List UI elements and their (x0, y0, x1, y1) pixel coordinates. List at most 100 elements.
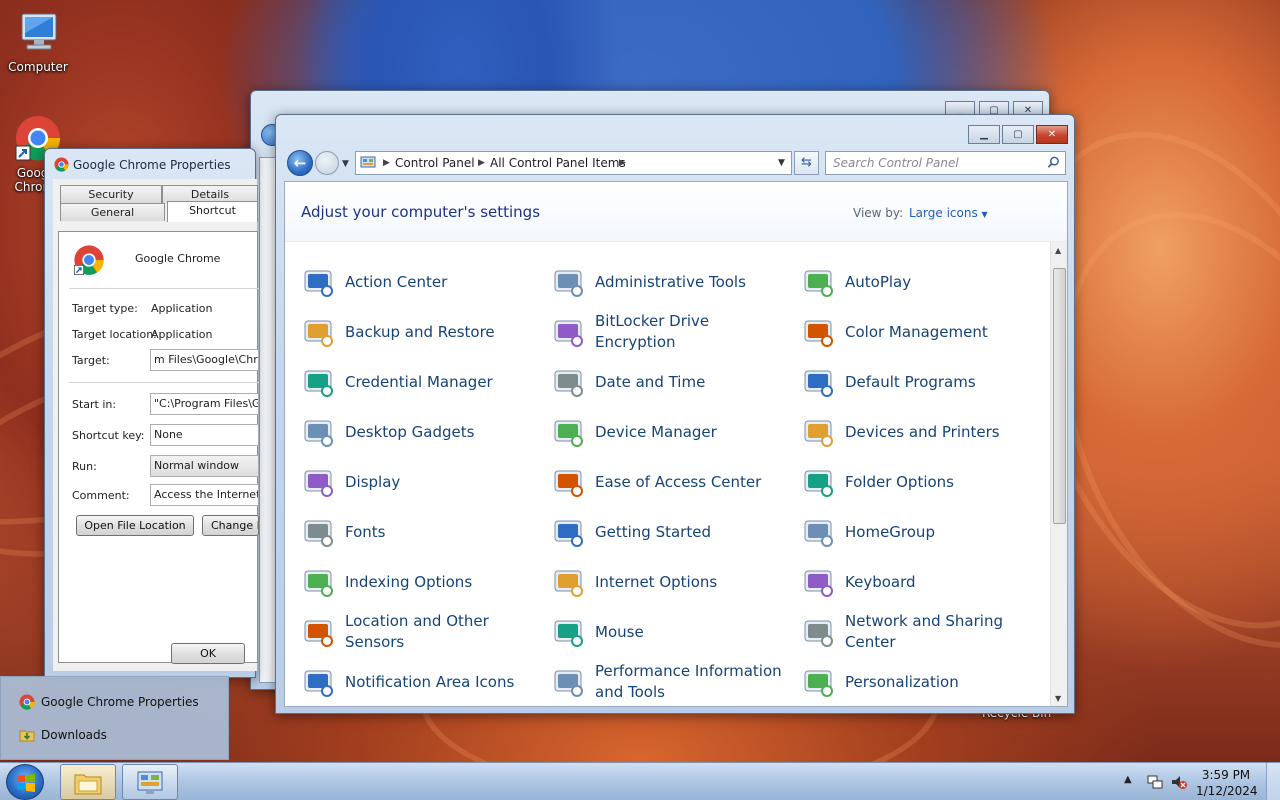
control-panel-item[interactable]: Date and Time (551, 362, 785, 402)
minimize-button[interactable]: ▁ (968, 125, 1000, 144)
taskbar-explorer-button[interactable] (60, 764, 116, 800)
control-panel-item[interactable]: Default Programs (801, 362, 1035, 402)
control-panel-item-label: Default Programs (845, 372, 976, 391)
shortcut-key-field[interactable]: None (150, 424, 259, 446)
control-panel-item-label: Notification Area Icons (345, 672, 515, 691)
control-panel-item[interactable]: Credential Manager (301, 362, 535, 402)
maximize-button[interactable]: ▢ (1002, 125, 1034, 144)
control-panel-item[interactable]: Performance Information and Tools (551, 662, 785, 702)
control-panel-item-label: Internet Options (595, 572, 718, 591)
control-panel-item-label: Fonts (345, 522, 386, 541)
run-select[interactable]: Normal window (150, 455, 259, 477)
address-dropdown-icon[interactable]: ▼ (778, 152, 785, 174)
control-panel-item[interactable]: Action Center (301, 262, 535, 302)
jump-list-item[interactable]: Google Chrome Properties (19, 691, 199, 713)
open-file-location-button[interactable]: Open File Location (76, 515, 194, 536)
network-tray-icon[interactable] (1146, 773, 1164, 791)
notification-area-icon (304, 670, 333, 697)
taskbar-control-panel-button[interactable] (122, 764, 178, 800)
ok-button[interactable]: OK (171, 643, 245, 664)
control-panel-item-label: Folder Options (845, 472, 954, 491)
ease-of-access-icon (554, 470, 583, 497)
control-panel-item[interactable]: Getting Started (551, 512, 785, 552)
control-panel-item-label: Credential Manager (345, 372, 493, 391)
control-panel-item[interactable]: Personalization (801, 662, 1035, 702)
control-panel-item[interactable]: Internet Options (551, 562, 785, 602)
control-panel-item[interactable]: Notification Area Icons (301, 662, 535, 702)
control-panel-item[interactable]: Display (301, 462, 535, 502)
fonts-folder-icon (304, 520, 333, 547)
divider (69, 288, 259, 289)
jump-list-item[interactable]: Downloads (19, 724, 107, 746)
backup-restore-icon (304, 320, 333, 347)
start-in-field[interactable]: "C:\Program Files\Google\Chrome\Applicat… (150, 393, 259, 415)
control-panel-item[interactable]: AutoPlay (801, 262, 1035, 302)
control-panel-icon (360, 156, 376, 168)
control-panel-item[interactable]: Keyboard (801, 562, 1035, 602)
target-location-value: Application (151, 328, 213, 341)
control-panel-item[interactable]: Mouse (551, 612, 785, 652)
target-label: Target: (72, 354, 110, 367)
tab-shortcut[interactable]: Shortcut (167, 201, 258, 222)
tab-security[interactable]: Security (60, 185, 162, 203)
control-panel-window[interactable]: ▁ ▢ ✕ ← ▼ ▶ Control Panel ▶ All Control … (275, 114, 1075, 714)
dialog-title: Google Chrome Properties (73, 158, 231, 172)
control-panel-item[interactable]: Ease of Access Center (551, 462, 785, 502)
control-panel-item[interactable]: HomeGroup (801, 512, 1035, 552)
control-panel-item[interactable]: Backup and Restore (301, 312, 535, 352)
recent-pages-chevron-icon[interactable]: ▼ (342, 159, 349, 169)
address-bar[interactable]: ▶ Control Panel ▶ All Control Panel Item… (355, 151, 792, 175)
control-panel-item[interactable]: Color Management (801, 312, 1035, 352)
target-location-label: Target location: (72, 328, 157, 341)
control-panel-item-label: Devices and Printers (845, 422, 1000, 441)
forward-arrow-icon[interactable] (315, 151, 339, 175)
target-field[interactable]: m Files\Google\Chrome\Application\chrome… (150, 349, 259, 371)
search-icon[interactable] (1047, 156, 1060, 169)
control-panel-content: Adjust your computer's settings View by:… (284, 181, 1068, 707)
control-panel-item[interactable]: Device Manager (551, 412, 785, 452)
scroll-down-arrow-icon[interactable]: ▼ (1055, 694, 1061, 703)
refresh-button[interactable]: ⇆ (794, 151, 819, 175)
tab-general[interactable]: General (60, 203, 165, 221)
control-panel-item-label: Personalization (845, 672, 959, 691)
start-button[interactable] (6, 764, 44, 800)
jump-list-label: Google Chrome Properties (41, 695, 199, 709)
control-panel-item[interactable]: Network and Sharing Center (801, 612, 1035, 652)
scrollbar-thumb[interactable] (1053, 268, 1066, 524)
indexing-magnifier-icon (304, 570, 333, 597)
control-panel-item[interactable]: Devices and Printers (801, 412, 1035, 452)
back-arrow-icon[interactable]: ← (287, 150, 313, 176)
comment-field[interactable]: Access the Internet (150, 484, 259, 506)
control-panel-item-label: Mouse (595, 622, 644, 641)
computer-icon (21, 13, 57, 50)
control-panel-item-label: Getting Started (595, 522, 711, 541)
view-by-dropdown[interactable]: Large icons ▼ (909, 206, 988, 220)
show-hidden-icons-chevron-icon[interactable]: ▲ (1124, 774, 1132, 785)
control-panel-item[interactable]: Fonts (301, 512, 535, 552)
control-panel-item[interactable]: Administrative Tools (551, 262, 785, 302)
vertical-scrollbar[interactable]: ▲ ▼ (1050, 242, 1067, 706)
show-desktop-button[interactable] (1266, 763, 1280, 800)
control-panel-item[interactable]: Desktop Gadgets (301, 412, 535, 452)
properties-dialog[interactable]: Google Chrome Properties Security Detail… (44, 148, 259, 678)
control-panel-item[interactable]: Location and Other Sensors (301, 612, 535, 652)
volume-muted-icon[interactable] (1170, 773, 1188, 791)
display-monitor-icon (304, 470, 333, 497)
shortcut-key-label: Shortcut key: (72, 429, 145, 442)
breadcrumb-control-panel[interactable]: Control Panel (395, 152, 475, 174)
control-panel-item[interactable]: BitLocker Drive Encryption (551, 312, 785, 352)
breadcrumb-all-items[interactable]: All Control Panel Items (490, 152, 626, 174)
desktop-icon-computer[interactable]: Computer (0, 8, 76, 74)
clock[interactable]: 3:59 PM 1/12/2024 (1196, 767, 1258, 799)
change-icon-button[interactable]: Change Icon... (202, 515, 259, 536)
control-panel-item[interactable]: Indexing Options (301, 562, 535, 602)
search-input[interactable]: Search Control Panel (825, 151, 1066, 175)
clock-date: 1/12/2024 (1196, 784, 1258, 798)
scroll-up-arrow-icon[interactable]: ▲ (1055, 246, 1061, 255)
control-panel-item-label: Location and Other Sensors (345, 612, 489, 651)
control-panel-item[interactable]: Folder Options (801, 462, 1035, 502)
control-panel-item-label: Indexing Options (345, 572, 473, 591)
app-name: Google Chrome (135, 252, 221, 265)
close-button[interactable]: ✕ (1036, 125, 1068, 144)
administrative-tools-icon (554, 270, 583, 297)
